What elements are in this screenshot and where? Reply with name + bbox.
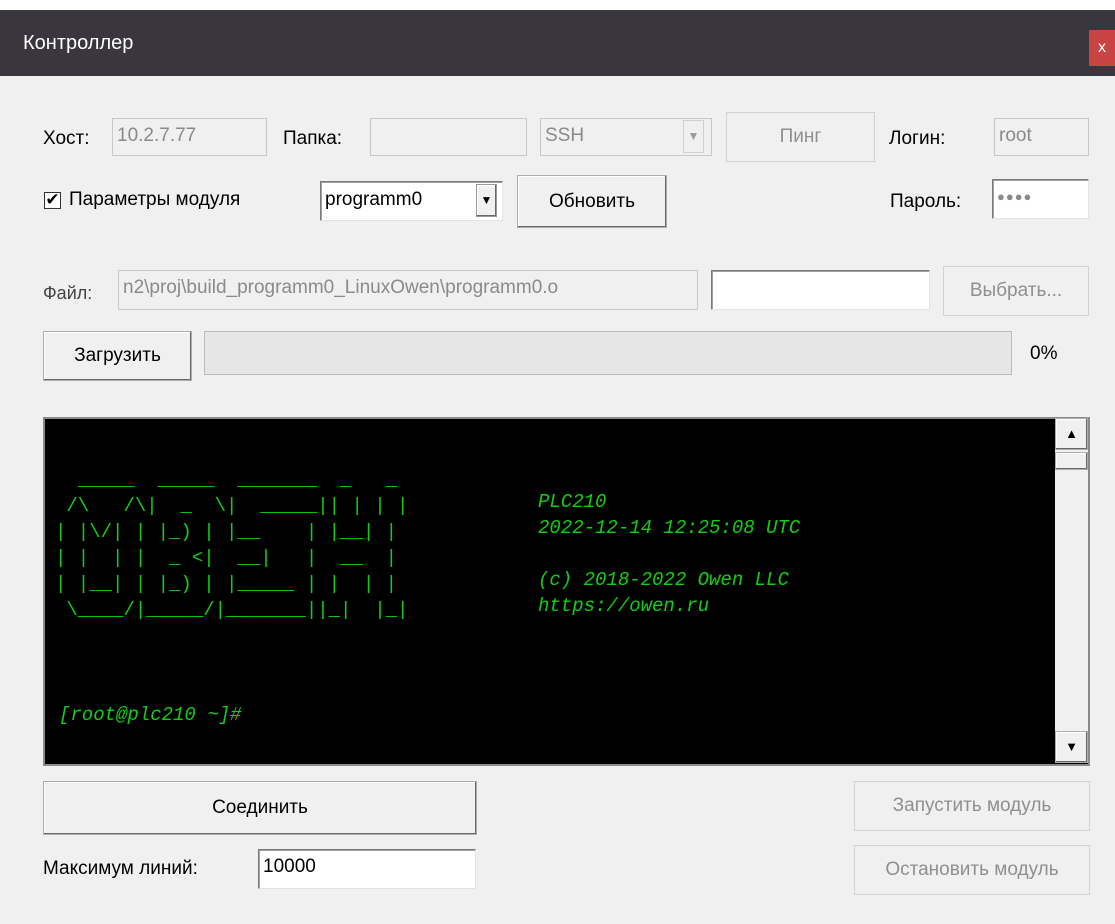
upload-button[interactable]: Загрузить (43, 331, 192, 381)
scroll-thumb[interactable] (1055, 452, 1088, 470)
ping-button[interactable]: Пинг (726, 112, 875, 162)
login-input[interactable]: root (994, 118, 1089, 156)
connect-button[interactable]: Соединить (43, 781, 477, 835)
console-scrollbar[interactable]: ▲ ▼ (1055, 418, 1088, 763)
protocol-selected: SSH (545, 125, 585, 146)
system-info: PLC210 2022-12-14 12:25:08 UTC (c) 2018-… (538, 491, 801, 617)
password-label: Пароль: (890, 191, 962, 212)
chevron-down-icon[interactable]: ▼ (476, 184, 497, 217)
file-label: Файл: (43, 283, 93, 303)
refresh-button[interactable]: Обновить (517, 175, 667, 228)
folder-input[interactable] (370, 118, 527, 156)
close-button[interactable]: x (1089, 30, 1115, 66)
max-lines-input[interactable]: 10000 (258, 849, 476, 889)
scroll-down-icon[interactable]: ▼ (1055, 731, 1088, 763)
start-module-button[interactable]: Запустить модуль (854, 781, 1090, 831)
folder-label: Папка: (283, 128, 343, 149)
stop-module-button[interactable]: Остановить модуль (854, 845, 1090, 895)
progress-percent: 0% (1030, 343, 1058, 364)
module-params-label: Параметры модуля (69, 189, 241, 210)
choose-file-button[interactable]: Выбрать... (943, 266, 1089, 316)
login-label: Логин: (889, 128, 946, 149)
module-params-checkbox[interactable]: ✔ (44, 191, 61, 209)
module-selected: programm0 (325, 189, 423, 210)
terminal-console[interactable]: _____ _____ _______ _ _ /\ /\| _ \| ____… (43, 417, 1090, 766)
window-title: Контроллер (23, 32, 134, 54)
title-bar (0, 10, 1115, 76)
file-path-input[interactable]: n2\proj\build_programm0_LinuxOwen\progra… (118, 270, 698, 310)
host-label: Хост: (43, 128, 90, 149)
host-input[interactable]: 10.2.7.77 (112, 118, 267, 156)
file-extra-input[interactable] (711, 270, 930, 310)
scroll-up-icon[interactable]: ▲ (1055, 418, 1088, 450)
password-input[interactable]: ●●●● (992, 179, 1089, 219)
max-lines-label: Максимум линий: (43, 858, 198, 879)
chevron-down-icon[interactable]: ▼ (683, 120, 704, 153)
shell-prompt: [root@plc210 ~]# (59, 704, 242, 726)
owen-logo-ascii: _____ _____ _______ _ _ /\ /\| _ \| ____… (55, 469, 409, 621)
upload-progress-bar (204, 331, 1012, 375)
